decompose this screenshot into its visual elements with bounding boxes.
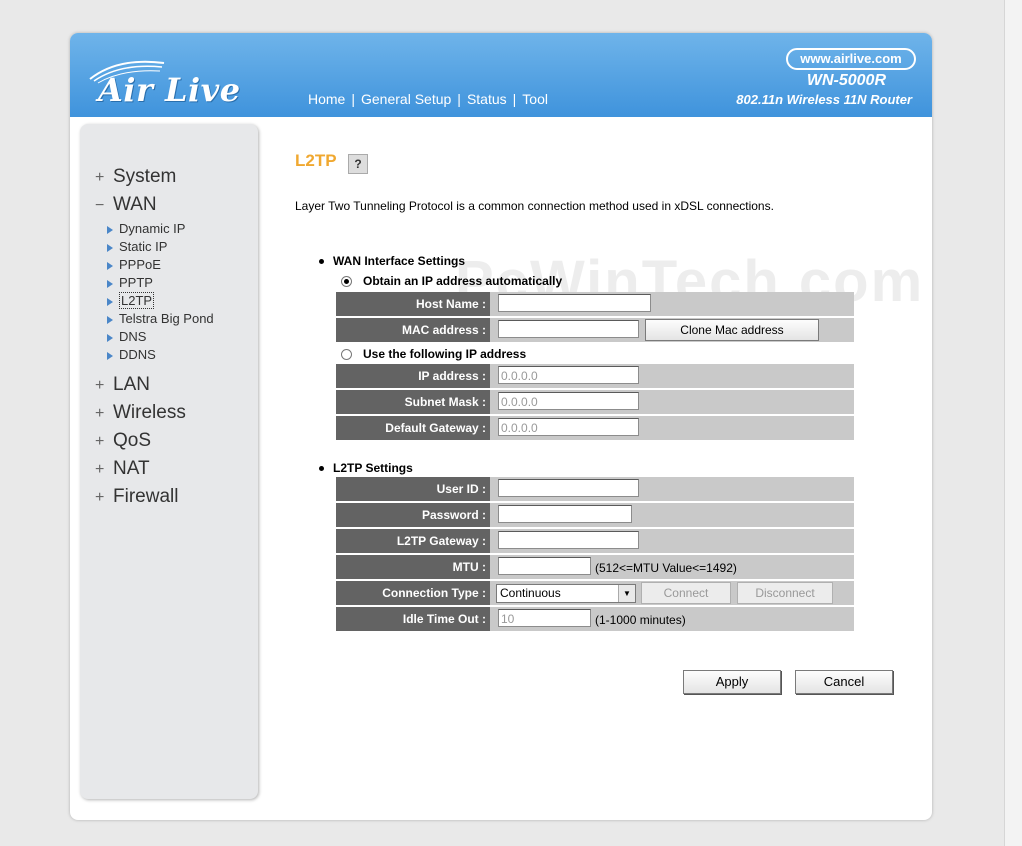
l2tp-settings-table: User ID : Password : L2TP Gateway : MTU …: [336, 477, 854, 633]
nav-status[interactable]: Status: [467, 91, 507, 107]
triangle-right-icon: [107, 279, 113, 288]
idle-time-note: (1-1000 minutes): [595, 613, 686, 627]
menu-wan[interactable]: − WAN: [95, 194, 157, 216]
l2tp-gateway-input[interactable]: [498, 531, 639, 549]
menu-lan[interactable]: + LAN: [95, 374, 150, 396]
l2tp-gateway-row: L2TP Gateway :: [336, 529, 854, 553]
wan-static-table: IP address : 0.0.0.0 Subnet Mask : 0.0.0…: [336, 364, 854, 442]
airlive-logo[interactable]: Air Live: [98, 71, 241, 109]
default-gateway-input[interactable]: 0.0.0.0: [498, 418, 639, 436]
triangle-right-icon: [107, 225, 113, 234]
host-name-input[interactable]: [498, 294, 651, 312]
sidebar-item-static-ip[interactable]: Static IP: [107, 239, 167, 254]
radio-static-ip[interactable]: Use the following IP address: [341, 347, 526, 361]
mtu-note: (512<=MTU Value<=1492): [595, 561, 737, 575]
page-description: Layer Two Tunneling Protocol is a common…: [295, 199, 774, 213]
host-name-row: Host Name :: [336, 292, 854, 316]
password-input[interactable]: [498, 505, 632, 523]
model-name: WN-5000R: [806, 72, 886, 89]
sidebar-item-dynamic-ip[interactable]: Dynamic IP: [107, 221, 185, 236]
help-icon[interactable]: ?: [348, 154, 368, 174]
subnet-mask-row: Subnet Mask : 0.0.0.0: [336, 390, 854, 414]
password-row: Password :: [336, 503, 854, 527]
menu-wireless[interactable]: + Wireless: [95, 402, 186, 424]
triangle-right-icon: [107, 333, 113, 342]
header-banner: Air Live Home | General Setup | Status | Tool …: [70, 33, 932, 117]
menu-nat[interactable]: + NAT: [95, 458, 150, 480]
menu-system[interactable]: + System: [95, 166, 176, 188]
idle-time-out-row: Idle Time Out : 10 (1-1000 minutes): [336, 607, 854, 631]
vertical-scrollbar[interactable]: [1004, 0, 1022, 846]
radio-button-unselected: [341, 349, 352, 361]
idle-time-out-input[interactable]: 10: [498, 609, 591, 627]
ip-address-row: IP address : 0.0.0.0: [336, 364, 854, 388]
radio-auto-ip[interactable]: Obtain an IP address automatically: [341, 274, 562, 288]
nav-tool[interactable]: Tool: [522, 91, 548, 107]
page-title: L2TP: [295, 151, 337, 170]
triangle-right-icon: [107, 351, 113, 360]
menu-firewall[interactable]: + Firewall: [95, 486, 178, 508]
triangle-right-icon: [107, 243, 113, 252]
sidebar-item-telstra-big-pond[interactable]: Telstra Big Pond: [107, 311, 214, 326]
wan-settings-header: WAN Interface Settings: [319, 254, 465, 268]
mtu-input[interactable]: [498, 557, 591, 575]
website-badge: www.airlive.com: [786, 48, 916, 70]
mac-address-row: MAC address : Clone Mac address: [336, 318, 854, 342]
wan-auto-table: Host Name : MAC address : Clone Mac addr…: [336, 292, 854, 344]
triangle-right-icon: [107, 261, 113, 270]
user-id-row: User ID :: [336, 477, 854, 501]
sidebar-item-ddns[interactable]: DDNS: [107, 347, 156, 362]
chevron-down-icon[interactable]: ▼: [618, 585, 635, 602]
radio-button-selected: [341, 276, 352, 288]
sidebar-item-l2tp[interactable]: L2TP: [107, 292, 155, 309]
sidebar-item-pppoe[interactable]: PPPoE: [107, 257, 161, 272]
connection-type-select[interactable]: Continuous ▼: [496, 584, 636, 603]
sidebar-menu: + System − WAN Dynamic IP Static IP PPPoE …: [80, 124, 258, 799]
mtu-row: MTU : (512<=MTU Value<=1492): [336, 555, 854, 579]
ip-address-input[interactable]: 0.0.0.0: [498, 366, 639, 384]
l2tp-settings-header: L2TP Settings: [319, 461, 413, 475]
connection-type-row: Connection Type : Continuous ▼ Connect D…: [336, 581, 854, 605]
apply-button[interactable]: Apply: [683, 670, 781, 694]
connect-button[interactable]: Connect: [641, 582, 731, 604]
menu-qos[interactable]: + QoS: [95, 430, 151, 452]
sidebar-item-pptp[interactable]: PPTP: [107, 275, 153, 290]
user-id-input[interactable]: [498, 479, 639, 497]
nav-home[interactable]: Home: [308, 91, 345, 107]
mac-address-input[interactable]: [498, 320, 639, 338]
top-navigation: Home | General Setup | Status | Tool: [308, 91, 548, 107]
model-description: 802.11n Wireless 11N Router: [736, 92, 912, 107]
sidebar-item-dns[interactable]: DNS: [107, 329, 146, 344]
router-page: Air Live Home | General Setup | Status | Tool …: [70, 33, 932, 820]
triangle-right-icon: [107, 315, 113, 324]
clone-mac-button[interactable]: Clone Mac address: [645, 319, 819, 341]
subnet-mask-input[interactable]: 0.0.0.0: [498, 392, 639, 410]
cancel-button[interactable]: Cancel: [795, 670, 893, 694]
default-gateway-row: Default Gateway : 0.0.0.0: [336, 416, 854, 440]
triangle-right-icon: [107, 297, 113, 306]
nav-general-setup[interactable]: General Setup: [361, 91, 451, 107]
disconnect-button[interactable]: Disconnect: [737, 582, 833, 604]
